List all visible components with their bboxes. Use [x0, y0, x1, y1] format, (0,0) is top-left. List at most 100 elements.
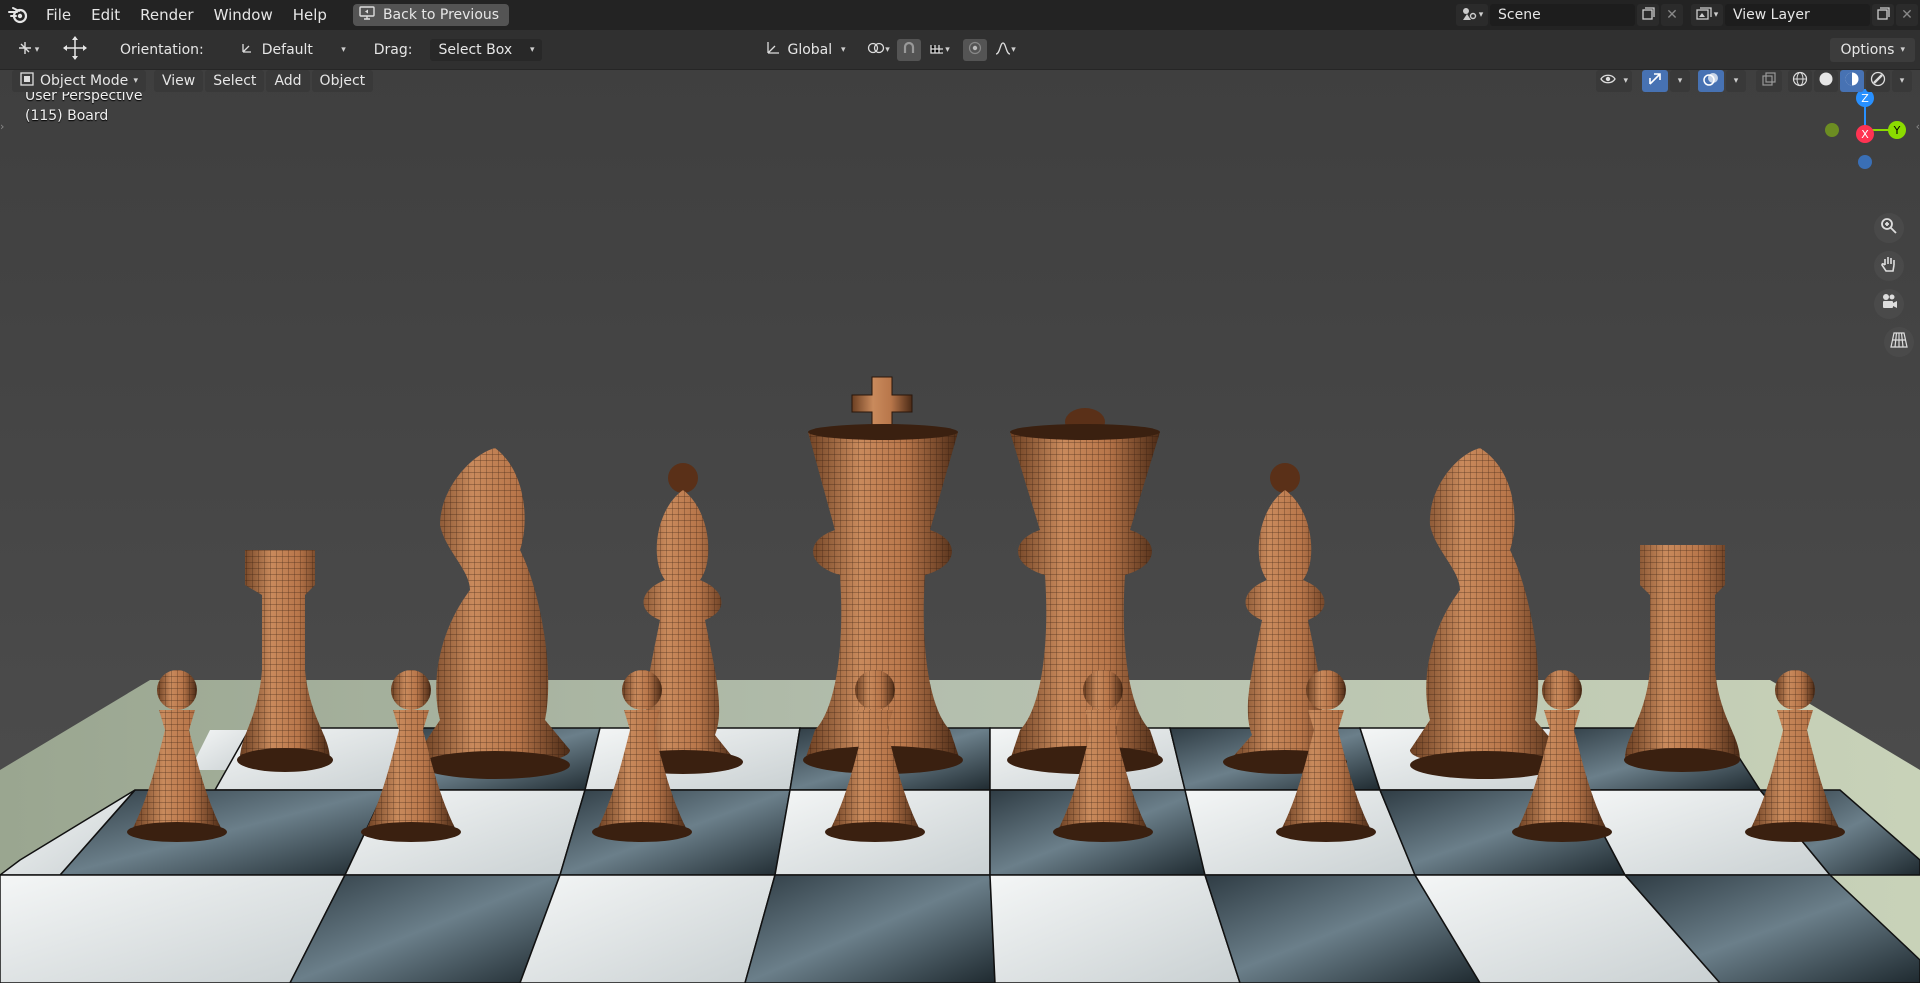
menu-render[interactable]: Render	[130, 0, 203, 30]
shading-options-dropdown[interactable]: ▾	[1892, 70, 1912, 92]
add-menu[interactable]: Add	[266, 70, 310, 92]
proportional-editing-toggle[interactable]	[963, 38, 988, 61]
transform-orientation-dropdown[interactable]: Global ▾	[757, 38, 854, 61]
view-layer-browse-dropdown[interactable]: ▾	[1691, 4, 1723, 26]
screen-icon	[359, 6, 375, 24]
navigation-gizmo[interactable]: Z Y X	[1800, 70, 1920, 330]
duplicate-icon	[1876, 7, 1890, 23]
proportional-falloff-dropdown[interactable]: ▾	[989, 39, 1021, 61]
close-icon: ✕	[1666, 7, 1678, 23]
delete-scene-button[interactable]: ✕	[1661, 4, 1683, 26]
gizmo-neg-z[interactable]	[1858, 155, 1872, 169]
gizmo-options-dropdown[interactable]: ▾	[1670, 70, 1690, 92]
pivot-point-icon	[867, 41, 885, 58]
transform-pivot-dropdown[interactable]: ▾	[10, 39, 46, 61]
gizmo-x-label: X	[1861, 128, 1869, 141]
camera-view-button[interactable]	[1874, 289, 1904, 319]
transform-orientation-value: Global	[787, 41, 833, 58]
viewport-header: Object Mode ▾ View Select Add Object ▾ ▾…	[0, 70, 1920, 92]
move-tool-button[interactable]	[60, 36, 90, 61]
xray-toggle[interactable]	[1756, 70, 1782, 92]
view-layer-icon	[1696, 6, 1712, 24]
new-view-layer-button[interactable]	[1872, 4, 1894, 26]
object-mode-icon	[20, 72, 34, 90]
scene-browse-dropdown[interactable]: ▾	[1456, 4, 1488, 26]
menu-edit[interactable]: Edit	[81, 0, 130, 30]
zoom-button[interactable]	[1874, 213, 1904, 243]
viewport-header-right: ▾ ▾ ▾ ▾	[1596, 70, 1912, 92]
drag-value: Select Box	[438, 41, 513, 58]
menu-window[interactable]: Window	[204, 0, 283, 30]
grid-perspective-icon	[1890, 331, 1908, 353]
chevron-down-icon: ▾	[529, 44, 535, 55]
rendered-sphere-icon	[1870, 71, 1886, 91]
chevron-down-icon: ▾	[1899, 76, 1905, 86]
delete-view-layer-button[interactable]: ✕	[1896, 4, 1918, 26]
proportional-editing-icon	[968, 41, 982, 58]
chevron-down-icon: ▾	[840, 44, 846, 55]
snap-increment-icon	[929, 41, 945, 58]
snap-target-dropdown[interactable]: ▾	[923, 39, 955, 61]
chevron-down-icon: ▾	[1478, 10, 1484, 20]
visibility-dropdown[interactable]: ▾	[1596, 70, 1632, 92]
gizmo-arrows-icon	[1647, 71, 1663, 91]
pan-button[interactable]	[1874, 251, 1904, 281]
wireframe-shading-button[interactable]	[1788, 70, 1812, 92]
tool-settings-bar: ▾ Orientation: Default ▾ Drag: Select Bo…	[0, 30, 1920, 70]
new-scene-button[interactable]	[1637, 4, 1659, 26]
eye-icon	[1600, 73, 1616, 89]
view-layer-name-field[interactable]: View Layer	[1725, 4, 1870, 26]
chevron-down-icon: ▾	[34, 44, 40, 55]
chevron-down-icon: ▾	[1900, 45, 1905, 55]
options-dropdown[interactable]: Options ▾	[1830, 38, 1915, 62]
view-menu[interactable]: View	[154, 70, 204, 92]
solid-shading-button[interactable]	[1814, 70, 1838, 92]
perspective-toggle-button[interactable]	[1884, 327, 1914, 357]
top-right-controls: ▾ Scene ✕ ▾ View Layer ✕	[1456, 0, 1920, 30]
duplicate-icon	[1641, 7, 1655, 23]
top-menu-bar: File Edit Render Window Help Back to Pre…	[0, 0, 1920, 30]
pivot-point-dropdown[interactable]: ▾	[861, 39, 895, 61]
orientation-icon	[240, 41, 254, 59]
scene-name-field[interactable]: Scene	[1490, 4, 1635, 26]
menu-file[interactable]: File	[36, 0, 81, 30]
back-to-previous-button[interactable]: Back to Previous	[352, 4, 510, 26]
select-menu[interactable]: Select	[205, 70, 265, 92]
mode-value: Object Mode	[40, 73, 129, 89]
back-to-previous-label: Back to Previous	[382, 7, 500, 23]
hand-icon	[1880, 255, 1898, 277]
menu-help[interactable]: Help	[283, 0, 337, 30]
chevron-down-icon: ▾	[945, 44, 950, 55]
overlays-toggle[interactable]	[1698, 70, 1724, 92]
chevron-down-icon: ▾	[1677, 76, 1683, 86]
move-arrows-icon	[62, 35, 88, 64]
overlays-options-dropdown[interactable]: ▾	[1726, 70, 1746, 92]
scene-icon	[1461, 7, 1477, 24]
zoom-magnifier-icon	[1880, 217, 1898, 239]
toolbar-expand-arrow-icon[interactable]: ›	[0, 120, 10, 136]
object-menu[interactable]: Object	[311, 70, 374, 92]
3d-viewport[interactable]: › ‹ User Perspective (115) Board Z Y X	[0, 70, 1920, 983]
global-axes-icon	[765, 40, 781, 60]
mode-dropdown[interactable]: Object Mode ▾	[12, 70, 146, 92]
chevron-down-icon: ▾	[1011, 44, 1016, 55]
xray-icon	[1762, 72, 1776, 90]
snap-toggle-button[interactable]	[897, 38, 922, 61]
camera-icon	[1880, 293, 1898, 315]
transform-icon	[17, 40, 35, 59]
chevron-down-icon: ▾	[1713, 10, 1719, 20]
rendered-shading-button[interactable]	[1866, 70, 1890, 92]
drag-dropdown[interactable]: Select Box ▾	[430, 38, 543, 61]
drag-label: Drag:	[373, 41, 413, 58]
options-label: Options	[1840, 42, 1895, 58]
orientation-dropdown[interactable]: Default ▾	[231, 38, 354, 61]
chevron-down-icon: ▾	[1623, 76, 1628, 86]
material-preview-shading-button[interactable]	[1840, 70, 1864, 92]
orientation-label: Orientation:	[120, 41, 204, 58]
orientation-value: Default	[261, 41, 313, 58]
gizmo-toggle[interactable]	[1642, 70, 1668, 92]
overlays-icon	[1703, 71, 1719, 91]
wireframe-sphere-icon	[1792, 71, 1808, 91]
blender-logo-icon[interactable]	[0, 0, 36, 30]
gizmo-neg-y[interactable]	[1825, 123, 1839, 137]
